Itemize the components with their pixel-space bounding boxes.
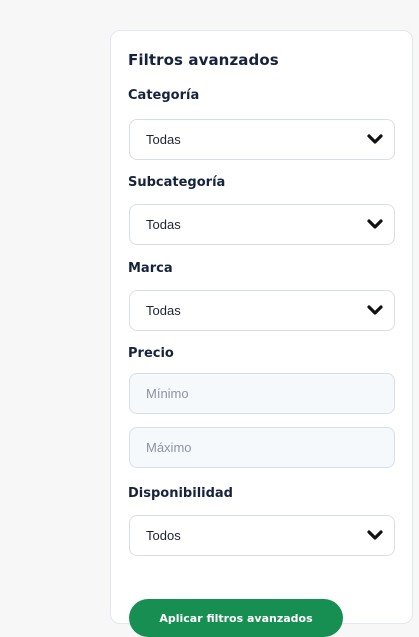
subcategory-select-value: Todas <box>146 217 181 232</box>
price-label: Precio <box>128 346 174 361</box>
subcategory-select[interactable]: Todas <box>129 204 395 245</box>
category-select-value: Todas <box>146 132 181 147</box>
subcategory-label: Subcategoría <box>128 175 226 190</box>
availability-select[interactable]: Todos <box>129 515 395 556</box>
availability-select-value: Todos <box>146 528 181 543</box>
price-min-input[interactable]: Mínimo <box>129 373 395 414</box>
availability-label: Disponibilidad <box>128 486 233 501</box>
price-max-input[interactable]: Máximo <box>129 427 395 468</box>
brand-label: Marca <box>128 261 173 276</box>
category-label: Categoría <box>128 88 200 103</box>
chevron-down-icon <box>367 305 383 315</box>
brand-select[interactable]: Todas <box>129 290 395 331</box>
apply-advanced-filters-button[interactable]: Aplicar filtros avanzados <box>129 599 343 637</box>
chevron-down-icon <box>367 530 383 540</box>
chevron-down-icon <box>367 134 383 144</box>
chevron-down-icon <box>367 219 383 229</box>
advanced-filters-panel: Filtros avanzados Categoría Todas Subcat… <box>110 30 413 637</box>
panel-title: Filtros avanzados <box>128 51 279 69</box>
category-select[interactable]: Todas <box>129 119 395 160</box>
brand-select-value: Todas <box>146 303 181 318</box>
